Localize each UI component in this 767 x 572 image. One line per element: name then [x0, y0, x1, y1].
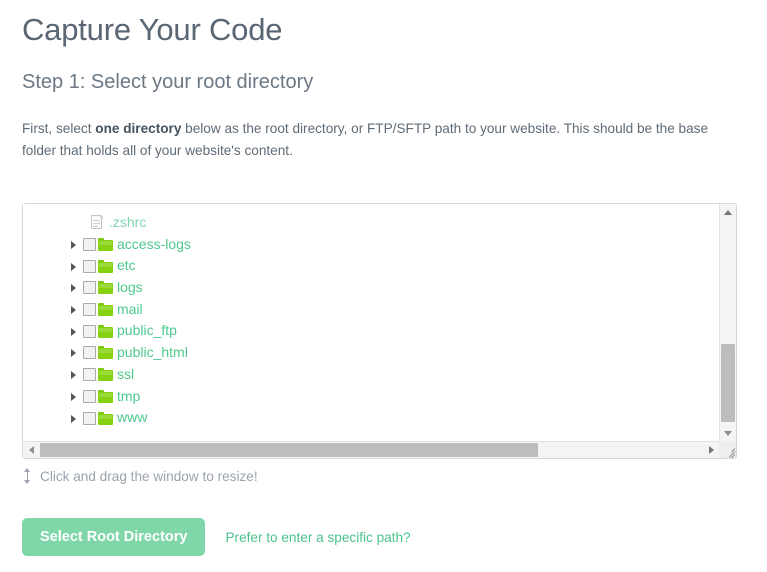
specific-path-link[interactable]: Prefer to enter a specific path?: [225, 530, 410, 545]
tree-node-label[interactable]: www: [117, 407, 147, 429]
scroll-left-icon[interactable]: [23, 442, 39, 458]
tree-row[interactable]: logs: [23, 277, 719, 299]
vertical-scrollbar-thumb[interactable]: [721, 344, 735, 422]
expand-triangle-icon[interactable]: [69, 369, 80, 380]
tree-row[interactable]: public_html: [23, 342, 719, 364]
expand-triangle-icon[interactable]: [69, 282, 80, 293]
folder-icon: [98, 259, 113, 273]
select-root-directory-button[interactable]: Select Root Directory: [22, 518, 206, 556]
tree-row[interactable]: mail: [23, 299, 719, 321]
folder-icon: [98, 368, 113, 382]
resize-hint-label: Click and drag the window to resize!: [40, 468, 258, 484]
tree-row[interactable]: access-logs: [23, 234, 719, 256]
expand-triangle-icon[interactable]: [69, 239, 80, 250]
tree-node-checkbox[interactable]: [83, 346, 96, 360]
file-icon: [91, 215, 104, 230]
tree-row[interactable]: public_ftp: [23, 320, 719, 342]
directory-tree-list: .zshrc access-logs etc logs mail public_ftp pu…: [23, 204, 719, 429]
directory-tree-viewport: .zshrc access-logs etc logs mail public_ftp pu…: [23, 204, 719, 441]
step-heading: Step 1: Select your root directory: [22, 71, 314, 93]
intro-text-part1: First, select: [22, 121, 96, 136]
tree-node-checkbox[interactable]: [83, 324, 96, 338]
tree-node-label[interactable]: mail: [117, 299, 143, 321]
vertical-scrollbar[interactable]: [719, 204, 736, 441]
tree-row[interactable]: www: [23, 407, 719, 429]
expand-triangle-icon[interactable]: [69, 391, 80, 402]
tree-node-checkbox[interactable]: [83, 238, 96, 252]
tree-node-label[interactable]: public_html: [117, 342, 188, 364]
footer-actions: Select Root Directory Prefer to enter a …: [22, 518, 411, 556]
tree-node-label[interactable]: ssl: [117, 364, 134, 386]
expand-triangle-icon[interactable]: [69, 347, 80, 358]
horizontal-scrollbar[interactable]: [23, 441, 719, 458]
folder-icon: [98, 411, 113, 425]
intro-paragraph: First, select one directory below as the…: [22, 96, 734, 162]
scroll-down-icon[interactable]: [720, 425, 736, 441]
resize-hint: Click and drag the window to resize!: [22, 468, 258, 484]
expand-triangle-icon[interactable]: [69, 261, 80, 272]
expand-triangle-icon[interactable]: [69, 304, 80, 315]
tree-node-label[interactable]: tmp: [117, 386, 140, 408]
tree-row[interactable]: tmp: [23, 386, 719, 408]
tree-node-label[interactable]: public_ftp: [117, 320, 177, 342]
tree-node-checkbox[interactable]: [83, 411, 96, 425]
tree-node-checkbox[interactable]: [83, 389, 96, 403]
tree-row[interactable]: etc: [23, 255, 719, 277]
intro-emphasis: one directory: [95, 121, 182, 136]
folder-icon: [98, 238, 113, 252]
scroll-right-icon[interactable]: [703, 442, 719, 458]
tree-node-checkbox[interactable]: [83, 281, 96, 295]
tree-node-label[interactable]: access-logs: [117, 234, 191, 256]
folder-icon: [98, 389, 113, 403]
tree-row[interactable]: ssl: [23, 364, 719, 386]
tree-node-label[interactable]: etc: [117, 255, 136, 277]
horizontal-scrollbar-thumb[interactable]: [40, 443, 538, 457]
folder-icon: [98, 303, 113, 317]
page-title: Capture Your Code: [22, 12, 283, 47]
capture-your-code-page: Capture Your Code Step 1: Select your ro…: [0, 0, 767, 572]
expand-triangle-icon[interactable]: [69, 413, 80, 424]
tree-row[interactable]: .zshrc: [23, 212, 719, 234]
directory-tree-window[interactable]: .zshrc access-logs etc logs mail public_ftp pu…: [22, 203, 737, 459]
resize-vertical-icon: [22, 468, 33, 484]
tree-node-checkbox[interactable]: [83, 368, 96, 382]
expand-triangle-icon[interactable]: [69, 326, 80, 337]
tree-node-checkbox[interactable]: [83, 259, 96, 273]
folder-icon: [98, 281, 113, 295]
scroll-up-icon[interactable]: [720, 204, 736, 220]
tree-node-label[interactable]: .zshrc: [109, 212, 146, 234]
tree-node-label[interactable]: logs: [117, 277, 143, 299]
folder-icon: [98, 346, 113, 360]
folder-icon: [98, 324, 113, 338]
resize-grip-icon[interactable]: [719, 441, 736, 458]
tree-node-checkbox[interactable]: [83, 303, 96, 317]
